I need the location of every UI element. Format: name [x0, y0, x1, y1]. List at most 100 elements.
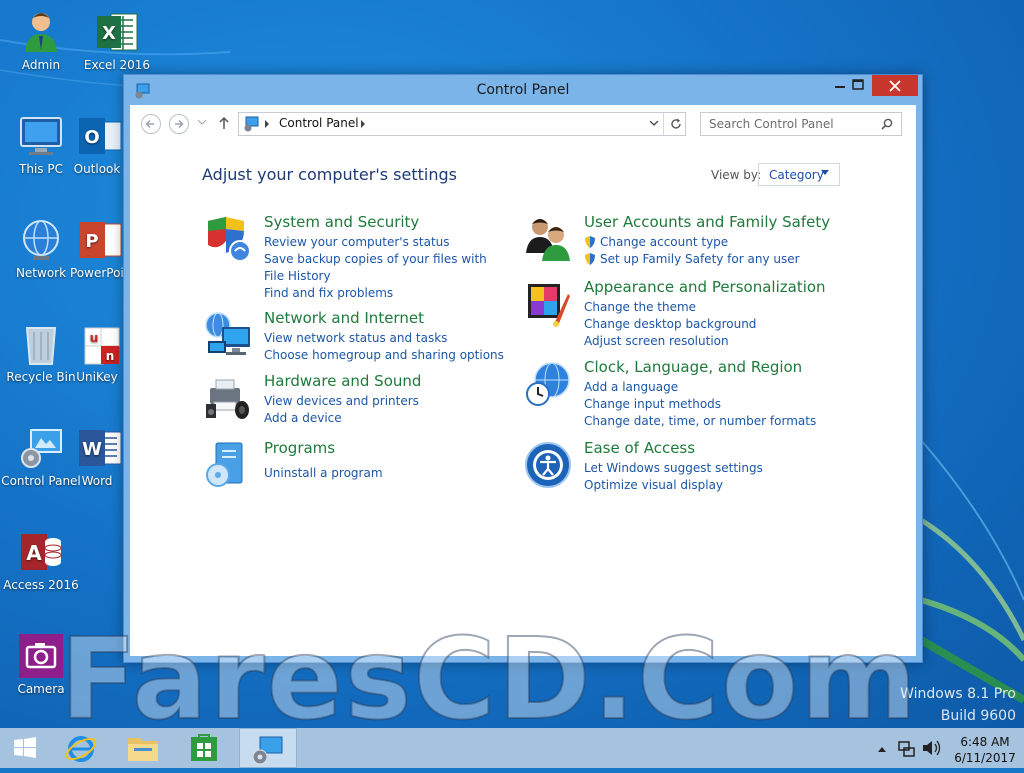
title-bar[interactable]: Control Panel — [124, 75, 922, 105]
hardware-sound-icon — [206, 379, 249, 419]
view-by-label: View by: — [711, 168, 762, 182]
taskbar-store[interactable] — [178, 728, 232, 768]
refresh-icon[interactable] — [669, 117, 683, 131]
link-file-history[interactable]: Save backup copies of your files with Fi… — [264, 251, 504, 285]
network-globe-icon — [23, 220, 59, 260]
link-find-fix-problems[interactable]: Find and fix problems — [264, 285, 504, 302]
category-title[interactable]: Clock, Language, and Region — [584, 358, 802, 376]
desktop-icon-unikey[interactable]: u n UniKey — [70, 320, 124, 384]
link-add-language[interactable]: Add a language — [584, 379, 824, 396]
back-button[interactable] — [141, 114, 161, 134]
recent-locations-chevron-icon[interactable] — [198, 120, 206, 126]
taskbar-control-panel[interactable] — [239, 728, 297, 768]
system-clock[interactable]: 6:48 AM 6/11/2017 — [952, 734, 1018, 766]
user-icon — [25, 13, 57, 52]
control-panel-icon — [21, 429, 62, 468]
link-date-time-formats[interactable]: Change date, time, or number formats — [584, 413, 824, 430]
excel-icon: X — [97, 13, 138, 51]
word-icon: W — [79, 430, 121, 466]
svg-text:n: n — [106, 349, 115, 363]
address-divider — [663, 113, 664, 135]
address-toolbar: Control Panel — [130, 105, 916, 143]
up-arrow-icon[interactable] — [218, 116, 230, 130]
back-arrow-icon — [145, 119, 154, 129]
programs-icon — [206, 442, 243, 487]
breadcrumb-chevron-icon[interactable] — [265, 120, 271, 128]
search-input[interactable] — [701, 114, 879, 134]
category-title[interactable]: Ease of Access — [584, 439, 695, 457]
computer-icon — [20, 117, 62, 155]
start-button[interactable] — [0, 728, 50, 768]
store-icon — [191, 734, 217, 761]
uac-shield-icon — [585, 236, 595, 248]
desktop-icon-excel[interactable]: X Excel 2016 — [76, 8, 158, 72]
network-tray-icon[interactable] — [896, 728, 916, 768]
desktop-icon-powerpoint[interactable]: P PowerPoint 2016 — [70, 216, 124, 280]
internet-explorer-icon — [65, 736, 97, 762]
unikey-icon: u n — [84, 327, 120, 365]
camera-icon — [19, 634, 63, 678]
category-title[interactable]: Appearance and Personalization — [584, 278, 826, 296]
uac-shield-icon — [585, 253, 595, 265]
file-explorer-icon — [128, 738, 158, 761]
close-button[interactable] — [872, 75, 918, 96]
control-panel-icon — [252, 736, 283, 765]
control-panel-icon — [244, 116, 259, 132]
link-devices-printers[interactable]: View devices and printers — [264, 393, 504, 410]
forward-arrow-icon — [175, 119, 184, 129]
address-dropdown-icon[interactable] — [649, 121, 659, 127]
link-windows-suggest-settings[interactable]: Let Windows suggest settings — [584, 460, 824, 477]
address-bar[interactable]: Control Panel — [238, 112, 686, 136]
volume-icon[interactable] — [920, 728, 942, 768]
link-optimize-visual-display[interactable]: Optimize visual display — [584, 477, 824, 494]
close-icon — [889, 80, 901, 92]
link-uninstall-program[interactable]: Uninstall a program — [264, 465, 504, 482]
forward-button[interactable] — [169, 114, 189, 134]
category-title[interactable]: System and Security — [264, 213, 419, 231]
os-build-watermark: Build 9600 — [940, 708, 1016, 724]
watermark-text: FaresCD.Com — [59, 615, 919, 745]
view-by-dropdown[interactable]: Category — [758, 163, 840, 186]
maximize-button[interactable] — [844, 75, 872, 96]
svg-text:W: W — [82, 439, 102, 460]
desktop-icon-word[interactable]: W Word — [70, 424, 124, 488]
link-screen-resolution[interactable]: Adjust screen resolution — [584, 333, 824, 350]
link-homegroup[interactable]: Choose homegroup and sharing options — [264, 347, 504, 364]
category-title[interactable]: Hardware and Sound — [264, 372, 421, 390]
desktop-icon-admin[interactable]: Admin — [0, 8, 82, 72]
breadcrumb-control-panel[interactable]: Control Panel — [279, 116, 359, 130]
svg-text:X: X — [102, 23, 116, 44]
link-network-status[interactable]: View network status and tasks — [264, 330, 504, 347]
taskbar-internet-explorer[interactable] — [54, 728, 108, 768]
link-change-theme[interactable]: Change the theme — [584, 299, 824, 316]
search-icon[interactable] — [881, 118, 893, 130]
window-title: Control Panel — [476, 82, 570, 98]
system-security-icon — [208, 217, 251, 262]
taskbar: 6:48 AM 6/11/2017 — [0, 728, 1024, 768]
link-change-account-type[interactable]: Change account type — [584, 234, 824, 251]
show-hidden-icons-icon[interactable] — [874, 728, 890, 768]
link-desktop-background[interactable]: Change desktop background — [584, 316, 824, 333]
recycle-bin-icon — [25, 327, 57, 365]
desktop-icon-access[interactable]: A Access 2016 — [0, 528, 82, 592]
search-box[interactable] — [700, 112, 902, 136]
breadcrumb-chevron-icon[interactable] — [361, 120, 367, 128]
category-title[interactable]: Network and Internet — [264, 309, 424, 327]
ease-of-access-icon — [525, 442, 571, 488]
link-review-status[interactable]: Review your computer's status — [264, 234, 504, 251]
link-add-device[interactable]: Add a device — [264, 410, 504, 427]
link-input-methods[interactable]: Change input methods — [584, 396, 824, 413]
view-by-value: Category — [769, 168, 824, 182]
taskbar-file-explorer[interactable] — [116, 728, 170, 768]
chevron-down-icon — [821, 170, 829, 175]
category-title[interactable]: Programs — [264, 439, 335, 457]
svg-text:O: O — [84, 127, 99, 148]
powerpoint-icon: P — [79, 222, 121, 258]
link-family-safety[interactable]: Set up Family Safety for any user — [584, 251, 824, 268]
clock-region-icon — [526, 362, 570, 406]
clock-time: 6:48 AM — [960, 735, 1010, 749]
network-internet-icon — [205, 312, 250, 355]
svg-text:P: P — [85, 231, 98, 252]
category-title[interactable]: User Accounts and Family Safety — [584, 213, 830, 231]
desktop-icon-outlook[interactable]: O Outlook — [70, 112, 124, 176]
